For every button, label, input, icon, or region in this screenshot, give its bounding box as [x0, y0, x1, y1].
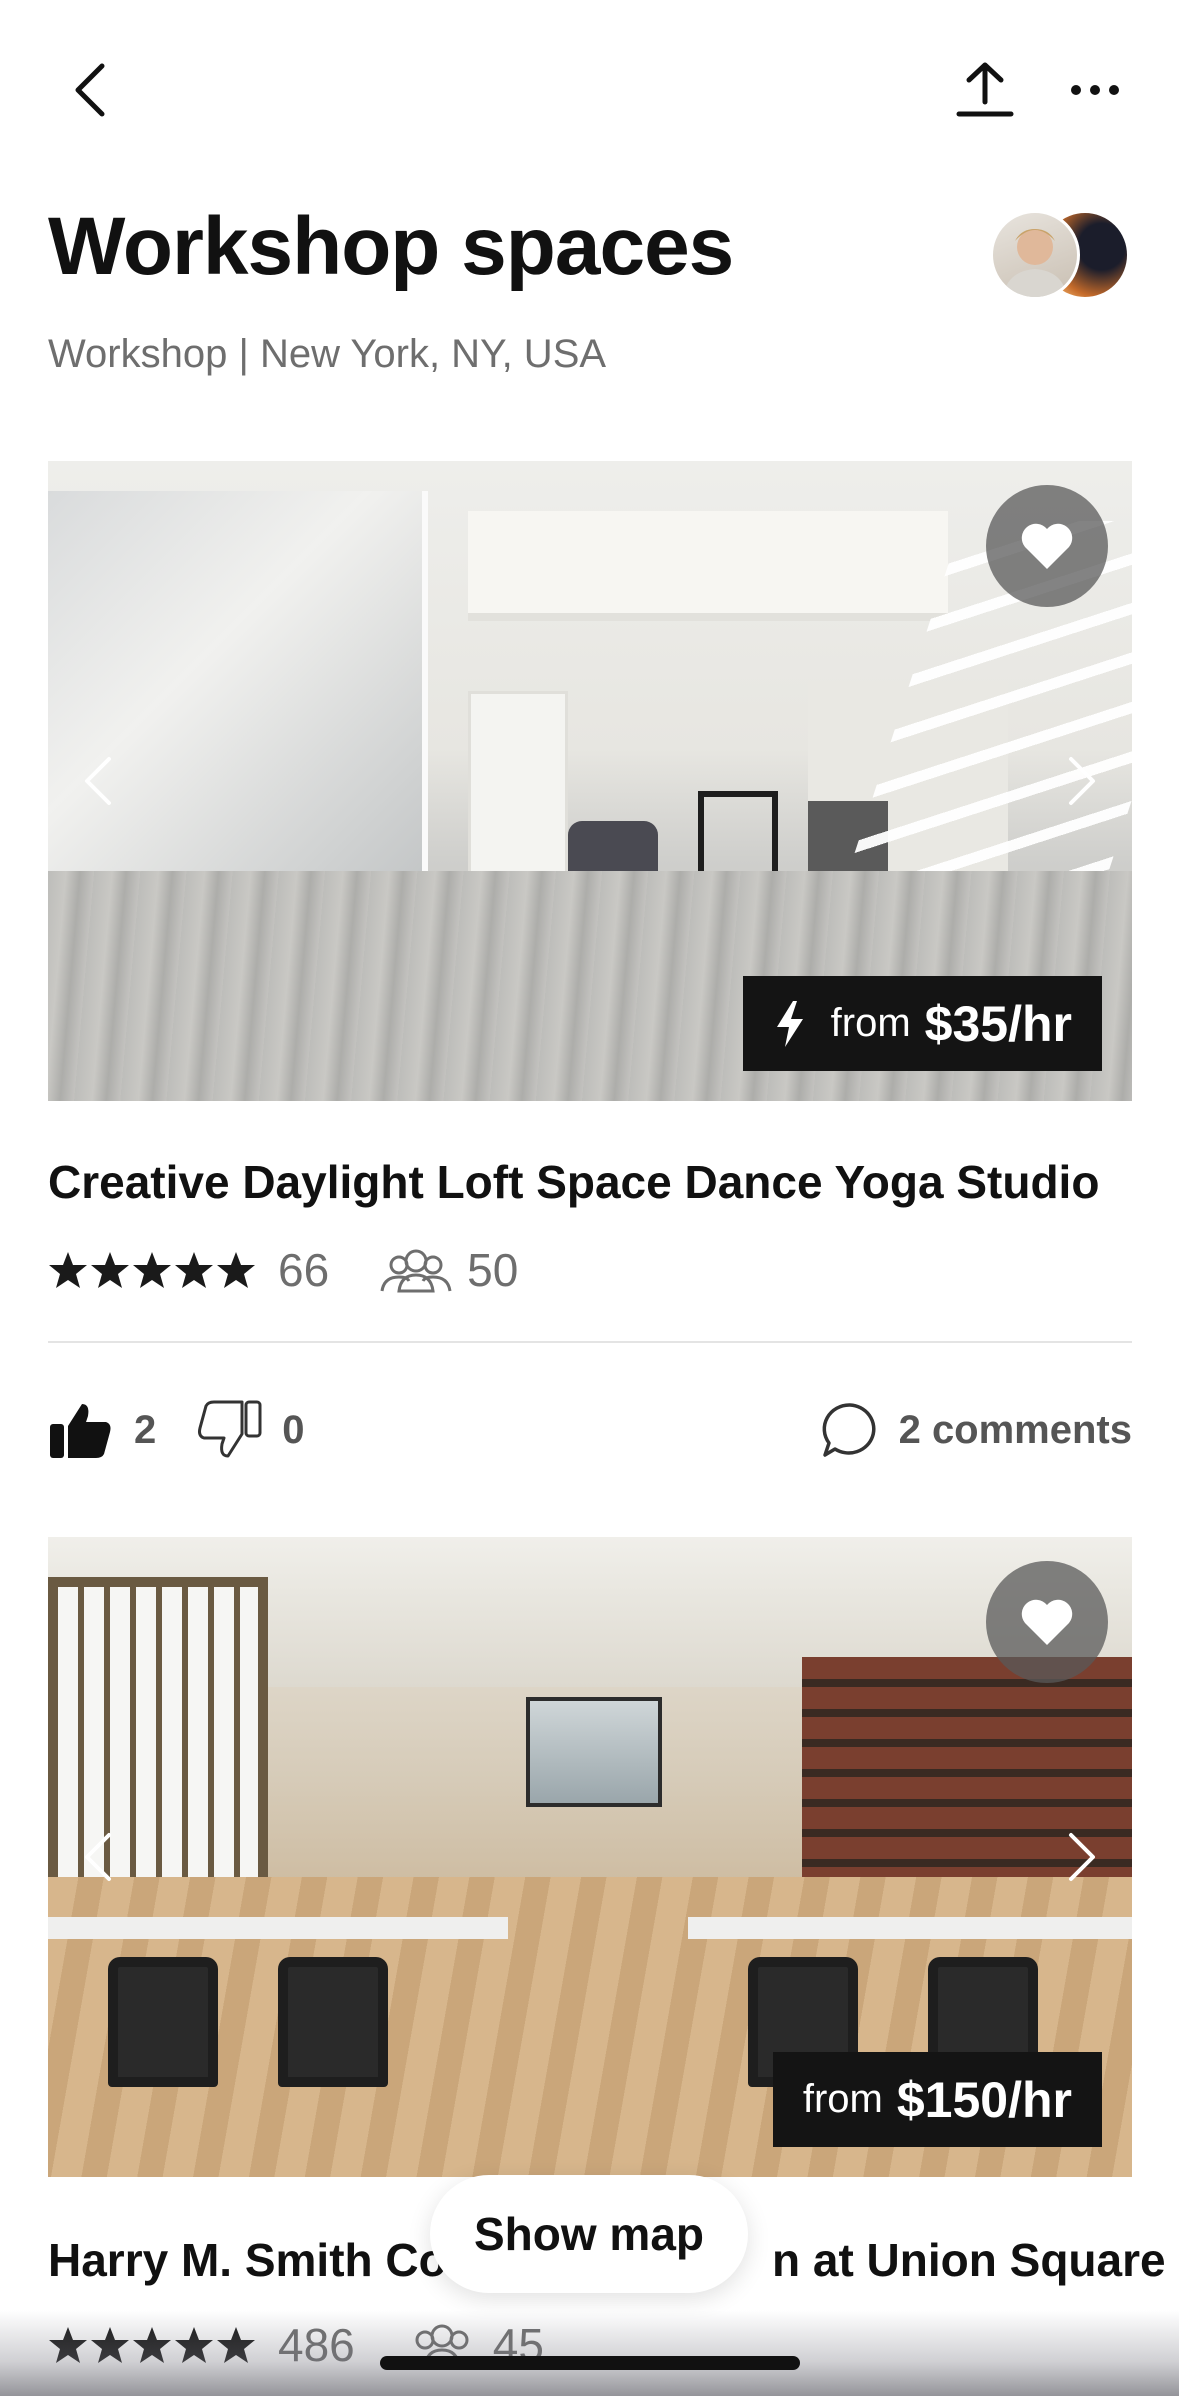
price-amount: $35/hr — [924, 995, 1072, 1052]
price-tag: from $35/hr — [742, 976, 1102, 1071]
avatar — [990, 210, 1080, 300]
star-icon — [91, 1252, 129, 1288]
group-people-icon — [380, 1249, 452, 1293]
price-amount: $150/hr — [896, 2071, 1072, 2128]
more-horizontal-icon — [1071, 85, 1119, 95]
chevron-left-icon — [75, 63, 105, 117]
dislike-button[interactable]: 0 — [196, 1400, 305, 1460]
home-indicator[interactable] — [380, 2356, 800, 2370]
thumbs-up-icon — [50, 1404, 111, 1458]
show-map-button[interactable]: Show map — [430, 2175, 748, 2293]
collaborator-avatars[interactable] — [990, 210, 1130, 300]
rating-stars — [48, 1250, 256, 1290]
comments-count: 2 comments — [898, 1407, 1132, 1452]
more-options-button[interactable] — [1055, 50, 1135, 130]
carousel-next-button[interactable] — [1052, 1817, 1112, 1897]
speech-bubble-icon — [822, 1403, 876, 1457]
price-tag: from $150/hr — [772, 2052, 1102, 2147]
listing-photo-carousel[interactable]: from $150/hr — [48, 1537, 1132, 2177]
carousel-next-button[interactable] — [1052, 741, 1112, 821]
back-button[interactable] — [50, 50, 130, 130]
star-icon — [175, 1252, 213, 1288]
carousel-prev-button[interactable] — [68, 741, 128, 821]
person-photo-icon — [1003, 229, 1067, 297]
capacity: 50 — [379, 1243, 518, 1297]
dislike-count: 0 — [282, 1407, 305, 1452]
like-count: 2 — [134, 1407, 157, 1452]
star-icon — [49, 1252, 87, 1288]
chevron-right-icon — [1069, 757, 1095, 805]
lightning-bolt-icon — [773, 999, 807, 1049]
listing-meta: 66 50 — [48, 1240, 518, 1300]
chevron-right-icon — [1069, 1833, 1095, 1881]
comments-button[interactable]: 2 comments — [821, 1401, 1132, 1459]
favorite-button[interactable] — [986, 485, 1108, 607]
listing-title-left[interactable]: Harry M. Smith Co — [48, 2233, 447, 2287]
page-title: Workshop spaces — [48, 201, 734, 292]
listing-title[interactable]: Creative Daylight Loft Space Dance Yoga … — [48, 1155, 1099, 1209]
favorite-button[interactable] — [986, 1561, 1108, 1683]
chevron-left-icon — [85, 1833, 111, 1881]
thumbs-down-icon — [198, 1400, 262, 1458]
carousel-prev-button[interactable] — [68, 1817, 128, 1897]
listing-title-right[interactable]: n at Union Square — [772, 2233, 1166, 2287]
star-icon — [217, 1252, 255, 1288]
like-button[interactable]: 2 — [48, 1400, 156, 1460]
bottom-fade — [0, 2310, 1179, 2396]
rating-count: 66 — [278, 1244, 330, 1296]
engagement-row: 2 0 2 comments — [48, 1395, 1132, 1465]
chevron-left-icon — [85, 757, 111, 805]
share-upload-icon — [956, 62, 1014, 117]
listing-photo-carousel[interactable]: from $35/hr — [48, 461, 1132, 1101]
price-prefix: from — [802, 2077, 883, 2121]
page-subtitle: Workshop | New York, NY, USA — [48, 332, 607, 376]
capacity-count: 50 — [467, 1244, 519, 1296]
price-prefix: from — [830, 1001, 911, 1045]
divider — [48, 1341, 1132, 1343]
share-button[interactable] — [945, 50, 1025, 130]
star-icon — [133, 1252, 171, 1288]
top-bar — [0, 0, 1179, 180]
heart-icon — [1021, 523, 1073, 569]
heart-icon — [1021, 1599, 1073, 1645]
